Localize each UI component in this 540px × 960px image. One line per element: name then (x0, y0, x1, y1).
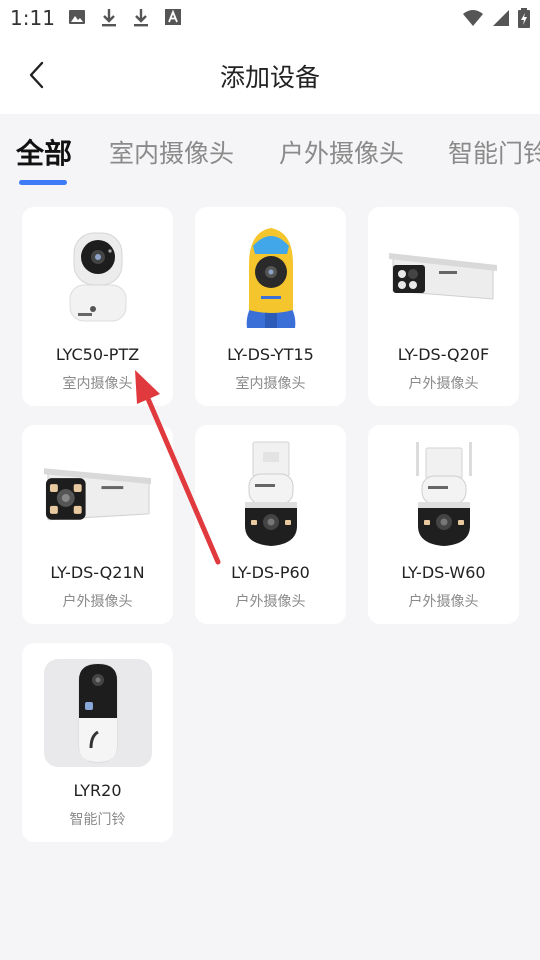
device-card-ly-ds-p60[interactable]: LY-DS-P60 户外摄像头 (195, 425, 346, 624)
device-image (215, 439, 326, 550)
device-name: LYC50-PTZ (55, 345, 140, 364)
device-card-lyr20[interactable]: LYR20 智能门铃 (22, 643, 173, 842)
image-icon (68, 8, 86, 32)
device-name: LY-DS-P60 (231, 563, 310, 582)
device-image (388, 439, 499, 550)
status-time: 1:11 (10, 6, 55, 30)
device-category: 户外摄像头 (235, 594, 306, 610)
header: 添加设备 (0, 36, 540, 114)
battery-charging-icon (518, 8, 530, 32)
device-card-ly-ds-w60[interactable]: LY-DS-W60 户外摄像头 (368, 425, 519, 624)
device-category: 户外摄像头 (62, 594, 133, 610)
tab-all[interactable]: 全部 (16, 132, 72, 172)
notification-icons (68, 8, 182, 32)
device-name: LY-DS-Q20F (397, 345, 490, 364)
device-name: LY-DS-Q21N (50, 563, 145, 582)
device-image (42, 657, 153, 768)
device-card-ly-ds-yt15[interactable]: LY-DS-YT15 室内摄像头 (195, 207, 346, 406)
download-icon (100, 8, 118, 32)
device-name: LY-DS-YT15 (227, 345, 314, 364)
device-card-lyc50-ptz[interactable]: LYC50-PTZ 室内摄像头 (22, 207, 173, 406)
device-category: 户外摄像头 (408, 376, 479, 392)
category-tabs: 全部 室内摄像头 户外摄像头 智能门铃 (0, 114, 540, 192)
device-category: 室内摄像头 (62, 376, 133, 392)
tab-indicator (19, 180, 67, 185)
device-name: LYR20 (73, 781, 122, 800)
status-bar: 1:11 (0, 0, 540, 36)
system-icons (462, 8, 530, 32)
font-icon (164, 8, 182, 32)
tab-outdoor-camera[interactable]: 户外摄像头 (279, 134, 404, 170)
page-title: 添加设备 (219, 63, 320, 92)
signal-icon (492, 9, 510, 31)
wifi-icon (462, 9, 484, 31)
device-card-ly-ds-q20f[interactable]: LY-DS-Q20F 户外摄像头 (368, 207, 519, 406)
download-icon (132, 8, 150, 32)
device-image (215, 221, 326, 332)
tab-indoor-camera[interactable]: 室内摄像头 (109, 134, 234, 170)
device-name: LY-DS-W60 (401, 563, 486, 582)
device-category: 室内摄像头 (235, 376, 306, 392)
device-category: 智能门铃 (69, 812, 126, 828)
device-image (42, 439, 153, 550)
device-image (42, 221, 153, 332)
device-category: 户外摄像头 (408, 594, 479, 610)
device-card-ly-ds-q21n[interactable]: LY-DS-Q21N 户外摄像头 (22, 425, 173, 624)
device-image (388, 221, 499, 332)
tab-smart-doorbell[interactable]: 智能门铃 (448, 134, 540, 170)
